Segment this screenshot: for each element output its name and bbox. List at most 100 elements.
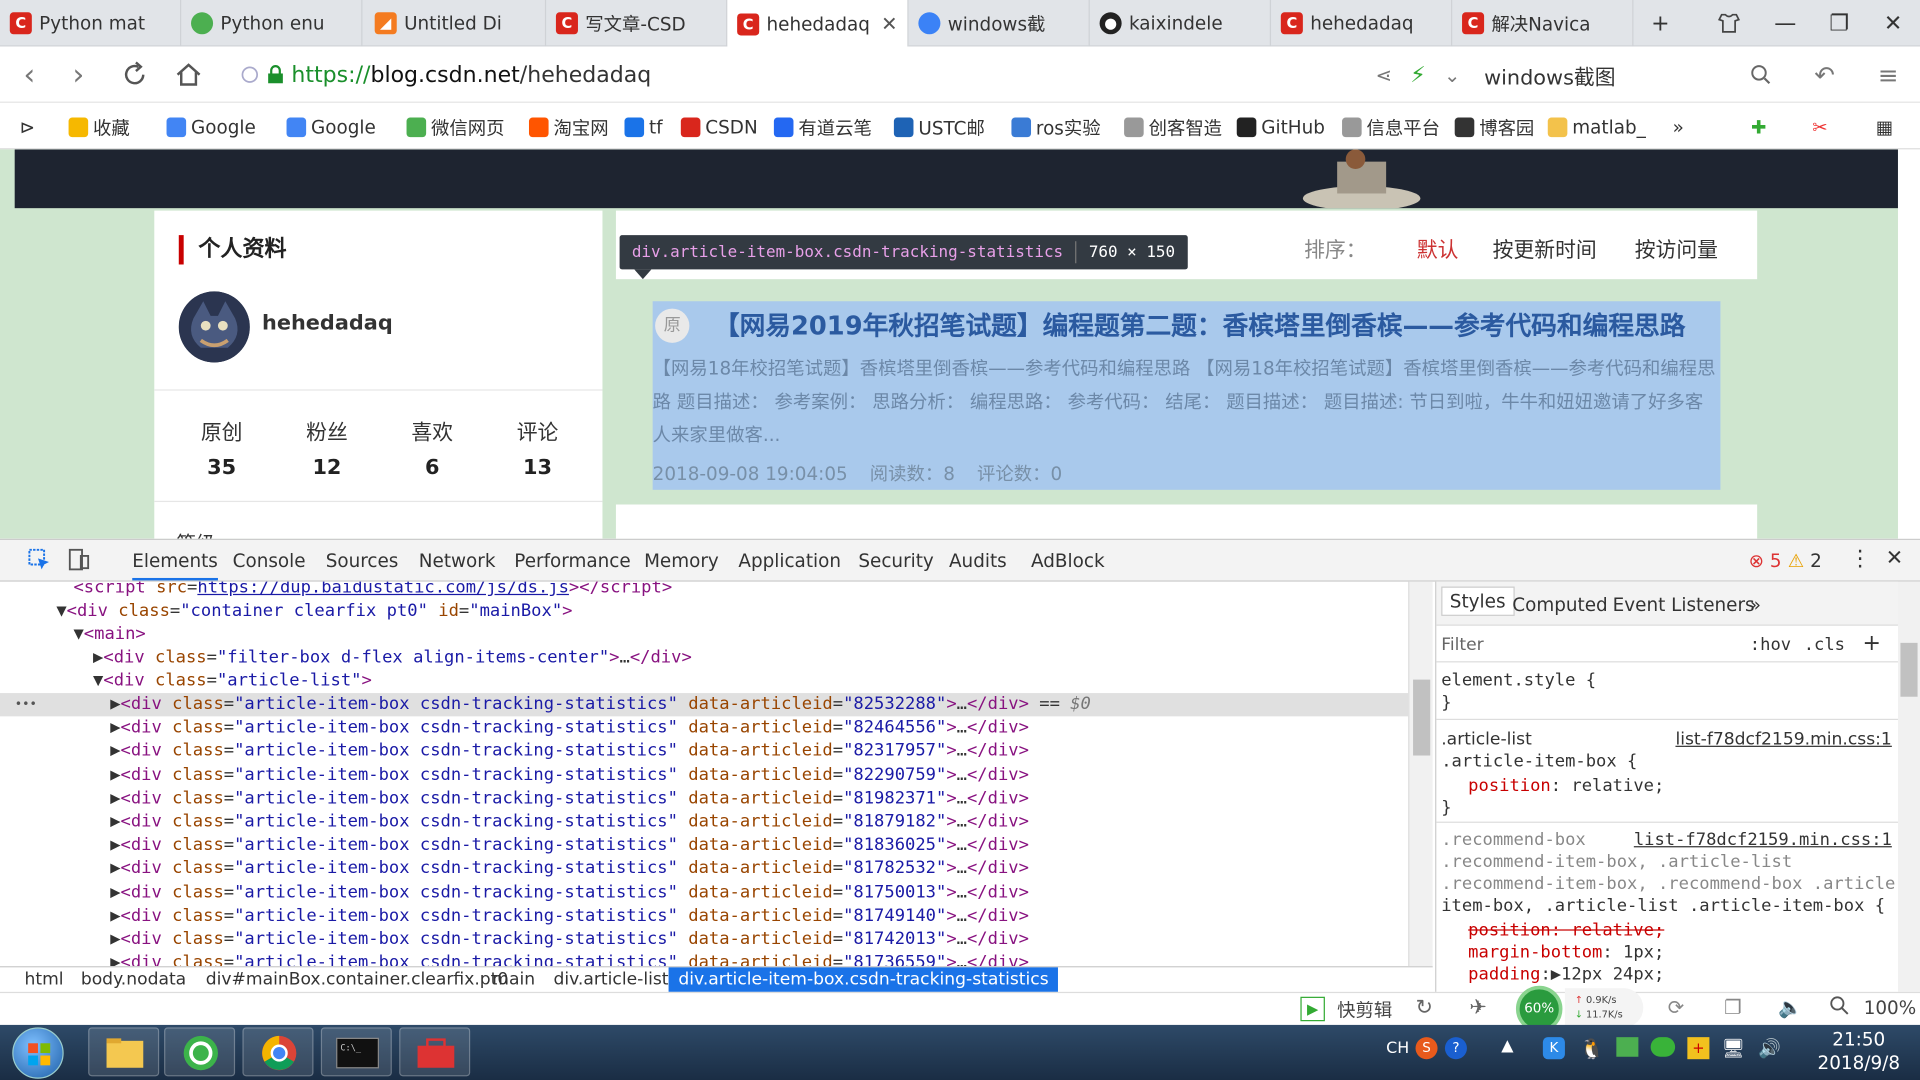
rule-prop[interactable]: margin-bottom: 1px; (1441, 942, 1897, 964)
devtools-tab[interactable]: AdBlock (1031, 550, 1105, 572)
more-bookmarks-icon[interactable]: » (1673, 114, 1684, 141)
browser-tab[interactable]: windows截 (909, 0, 1090, 47)
rule-recommend-box[interactable]: .recommend-box list-f78dcf2159.min.css:1 (1441, 829, 1897, 851)
dom-line-article-item[interactable]: ▶<div class="article-item-box csdn-track… (0, 764, 1408, 787)
devtools-tab[interactable]: Console (233, 550, 306, 572)
rule-article-list[interactable]: .article-list list-f78dcf2159.min.css:1 (1441, 729, 1897, 751)
breadcrumb-item[interactable]: html (24, 970, 63, 990)
forward-button[interactable]: › (59, 56, 98, 93)
sidebar-toggle-icon[interactable]: ⊳ (20, 114, 35, 141)
home-button[interactable] (169, 56, 208, 93)
help-icon[interactable]: ? (1444, 1037, 1467, 1060)
rocket-icon[interactable]: ✈ (1469, 996, 1486, 1020)
browser-tab[interactable]: Python enu (181, 0, 363, 47)
rule-source-link[interactable]: list-f78dcf2159.min.css:1 (1675, 729, 1891, 751)
taskbar-toolbox[interactable] (399, 1027, 471, 1077)
breadcrumb-item[interactable]: body.nodata (81, 970, 186, 990)
start-button[interactable] (12, 1027, 64, 1079)
bookmark-item[interactable]: ros实验 (1011, 114, 1101, 141)
breadcrumb-item[interactable]: div.article-list (553, 970, 668, 990)
taskbar-explorer[interactable] (88, 1027, 160, 1077)
browser-tab[interactable]: ● kaixindele (1090, 0, 1272, 47)
article-item-next[interactable] (615, 504, 1758, 539)
inspect-element-icon[interactable] (27, 547, 51, 576)
devtools-tab[interactable]: Memory (644, 550, 719, 572)
taskbar-terminal[interactable]: C:\_ (320, 1027, 392, 1077)
stat-fans[interactable]: 粉丝 12 (274, 415, 379, 480)
undo-icon[interactable]: ↶ (1805, 56, 1844, 93)
devtools-tab[interactable]: Application (738, 550, 841, 572)
sort-by-views[interactable]: 按访问量 (1635, 233, 1718, 263)
breadcrumb-item[interactable]: div#mainBox.container.clearfix.pt0 (206, 970, 509, 990)
dom-line-main[interactable]: ▼<main> (0, 623, 1408, 646)
scrollbar-thumb[interactable] (1413, 679, 1431, 756)
dom-line-articlelist[interactable]: ▼<div class="article-list"> (0, 670, 1408, 693)
device-toolbar-icon[interactable] (66, 547, 90, 576)
tab-close-icon[interactable]: ✕ (881, 12, 897, 35)
rule-prop-overridden[interactable]: position: relative; (1441, 920, 1897, 942)
bookmark-item[interactable]: 微信网页 (406, 114, 505, 141)
devtools-close-icon[interactable]: ✕ (1886, 546, 1903, 570)
menu-icon[interactable]: ≡ (1869, 56, 1908, 93)
error-count[interactable]: ⊗ 5 (1749, 550, 1782, 572)
plugin-icon[interactable]: ✚ (1751, 114, 1766, 141)
tab-computed[interactable]: Computed (1512, 594, 1607, 616)
cleanup-icon[interactable]: ⟳ (1668, 996, 1684, 1019)
zoom-icon[interactable] (1829, 996, 1849, 1020)
dom-line-article-item[interactable]: ▶<div class="article-item-box csdn-track… (0, 905, 1408, 928)
refresh-icon[interactable]: ↻ (1416, 996, 1433, 1020)
taskbar-chrome[interactable] (242, 1027, 314, 1077)
dom-line-article-item[interactable]: ▶<div class="article-item-box csdn-track… (0, 811, 1408, 834)
system-clock[interactable]: 21:50 2018/9/8 (1807, 1029, 1910, 1076)
script-src-link[interactable]: https://dup.baidustatic.com/js/ds.js (197, 582, 569, 598)
taskbar-browser-360[interactable] (164, 1027, 236, 1077)
stat-original[interactable]: 原创 35 (169, 415, 274, 480)
bookmark-item[interactable]: 创客智造 (1124, 114, 1222, 141)
devtools-menu-icon[interactable]: ⋮ (1849, 546, 1871, 572)
dom-line-article-item[interactable]: ▶<div class="article-item-box csdn-track… (0, 787, 1408, 810)
browser-tab[interactable]: ◢ Untitled Di (365, 0, 547, 47)
wechat-icon[interactable] (1650, 1037, 1676, 1057)
more-tabs-icon[interactable]: » (1750, 594, 1761, 616)
add-rule-icon[interactable]: + (1862, 631, 1880, 657)
sort-by-update[interactable]: 按更新时间 (1493, 233, 1597, 263)
elements-scrollbar[interactable] (1408, 581, 1433, 972)
bookmark-item[interactable]: 有道云笔 (773, 114, 872, 141)
kuaijianji-link[interactable]: 快剪辑 (1337, 997, 1392, 1023)
dom-line-article-item[interactable]: ▶<div class="article-item-box csdn-track… (0, 834, 1408, 857)
styles-filter[interactable]: Filter :hov .cls + (1436, 628, 1898, 663)
dom-line-article-item[interactable]: ▶<div class="article-item-box csdn-track… (0, 740, 1408, 763)
devtools-tab[interactable]: Audits (949, 550, 1007, 572)
rule-source-link[interactable]: list-f78dcf2159.min.css:1 (1634, 829, 1892, 851)
bookmark-item[interactable]: 信息平台 (1342, 114, 1440, 141)
bookmark-item[interactable]: GitHub (1236, 114, 1325, 141)
scissors-icon[interactable]: ✂ (1812, 114, 1827, 141)
reload-button[interactable] (115, 56, 154, 93)
browser-tab[interactable]: C 解决Navica (1452, 0, 1634, 47)
dom-line-filterbox[interactable]: ▶<div class="filter-box d-flex align-ite… (0, 647, 1408, 670)
stat-comments[interactable]: 评论 13 (485, 415, 590, 480)
scrollbar-thumb[interactable] (1900, 642, 1918, 697)
rule-prop[interactable]: position: relative; (1441, 775, 1897, 797)
input-language[interactable]: CH (1386, 1040, 1409, 1058)
breadcrumb-item[interactable]: div.article-item-box.csdn-tracking-stati… (668, 967, 1059, 994)
element-style-rule[interactable]: element.style { (1441, 670, 1897, 692)
search-icon[interactable] (1741, 56, 1780, 93)
rule-prop[interactable]: padding:▶12px 24px; (1441, 964, 1897, 986)
sort-default[interactable]: 默认 (1417, 233, 1459, 263)
dom-line-article-item[interactable]: ▶<div class="article-item-box csdn-track… (0, 717, 1408, 740)
bookmark-item[interactable]: CSDN (680, 114, 758, 141)
minimize-button[interactable]: — (1758, 0, 1812, 47)
dom-line-article-item[interactable]: ▶<div class="article-item-box csdn-track… (0, 881, 1408, 904)
hov-toggle[interactable]: :hov (1750, 636, 1791, 656)
close-window-button[interactable]: ✕ (1866, 0, 1920, 47)
bookmark-item[interactable]: matlab_ (1547, 114, 1646, 141)
devtools-tab[interactable]: Performance (514, 550, 630, 572)
video-clip-icon[interactable]: ▶ (1300, 996, 1325, 1022)
browser-tab[interactable]: C Python mat (0, 0, 182, 47)
bookmark-item[interactable]: 淘宝网 (528, 114, 609, 141)
speaker-icon[interactable]: 🔈 (1778, 996, 1802, 1019)
bookmark-item[interactable]: Google (286, 114, 376, 141)
shirt-icon[interactable] (1702, 0, 1756, 47)
bookmark-item[interactable]: 收藏 (68, 114, 130, 141)
